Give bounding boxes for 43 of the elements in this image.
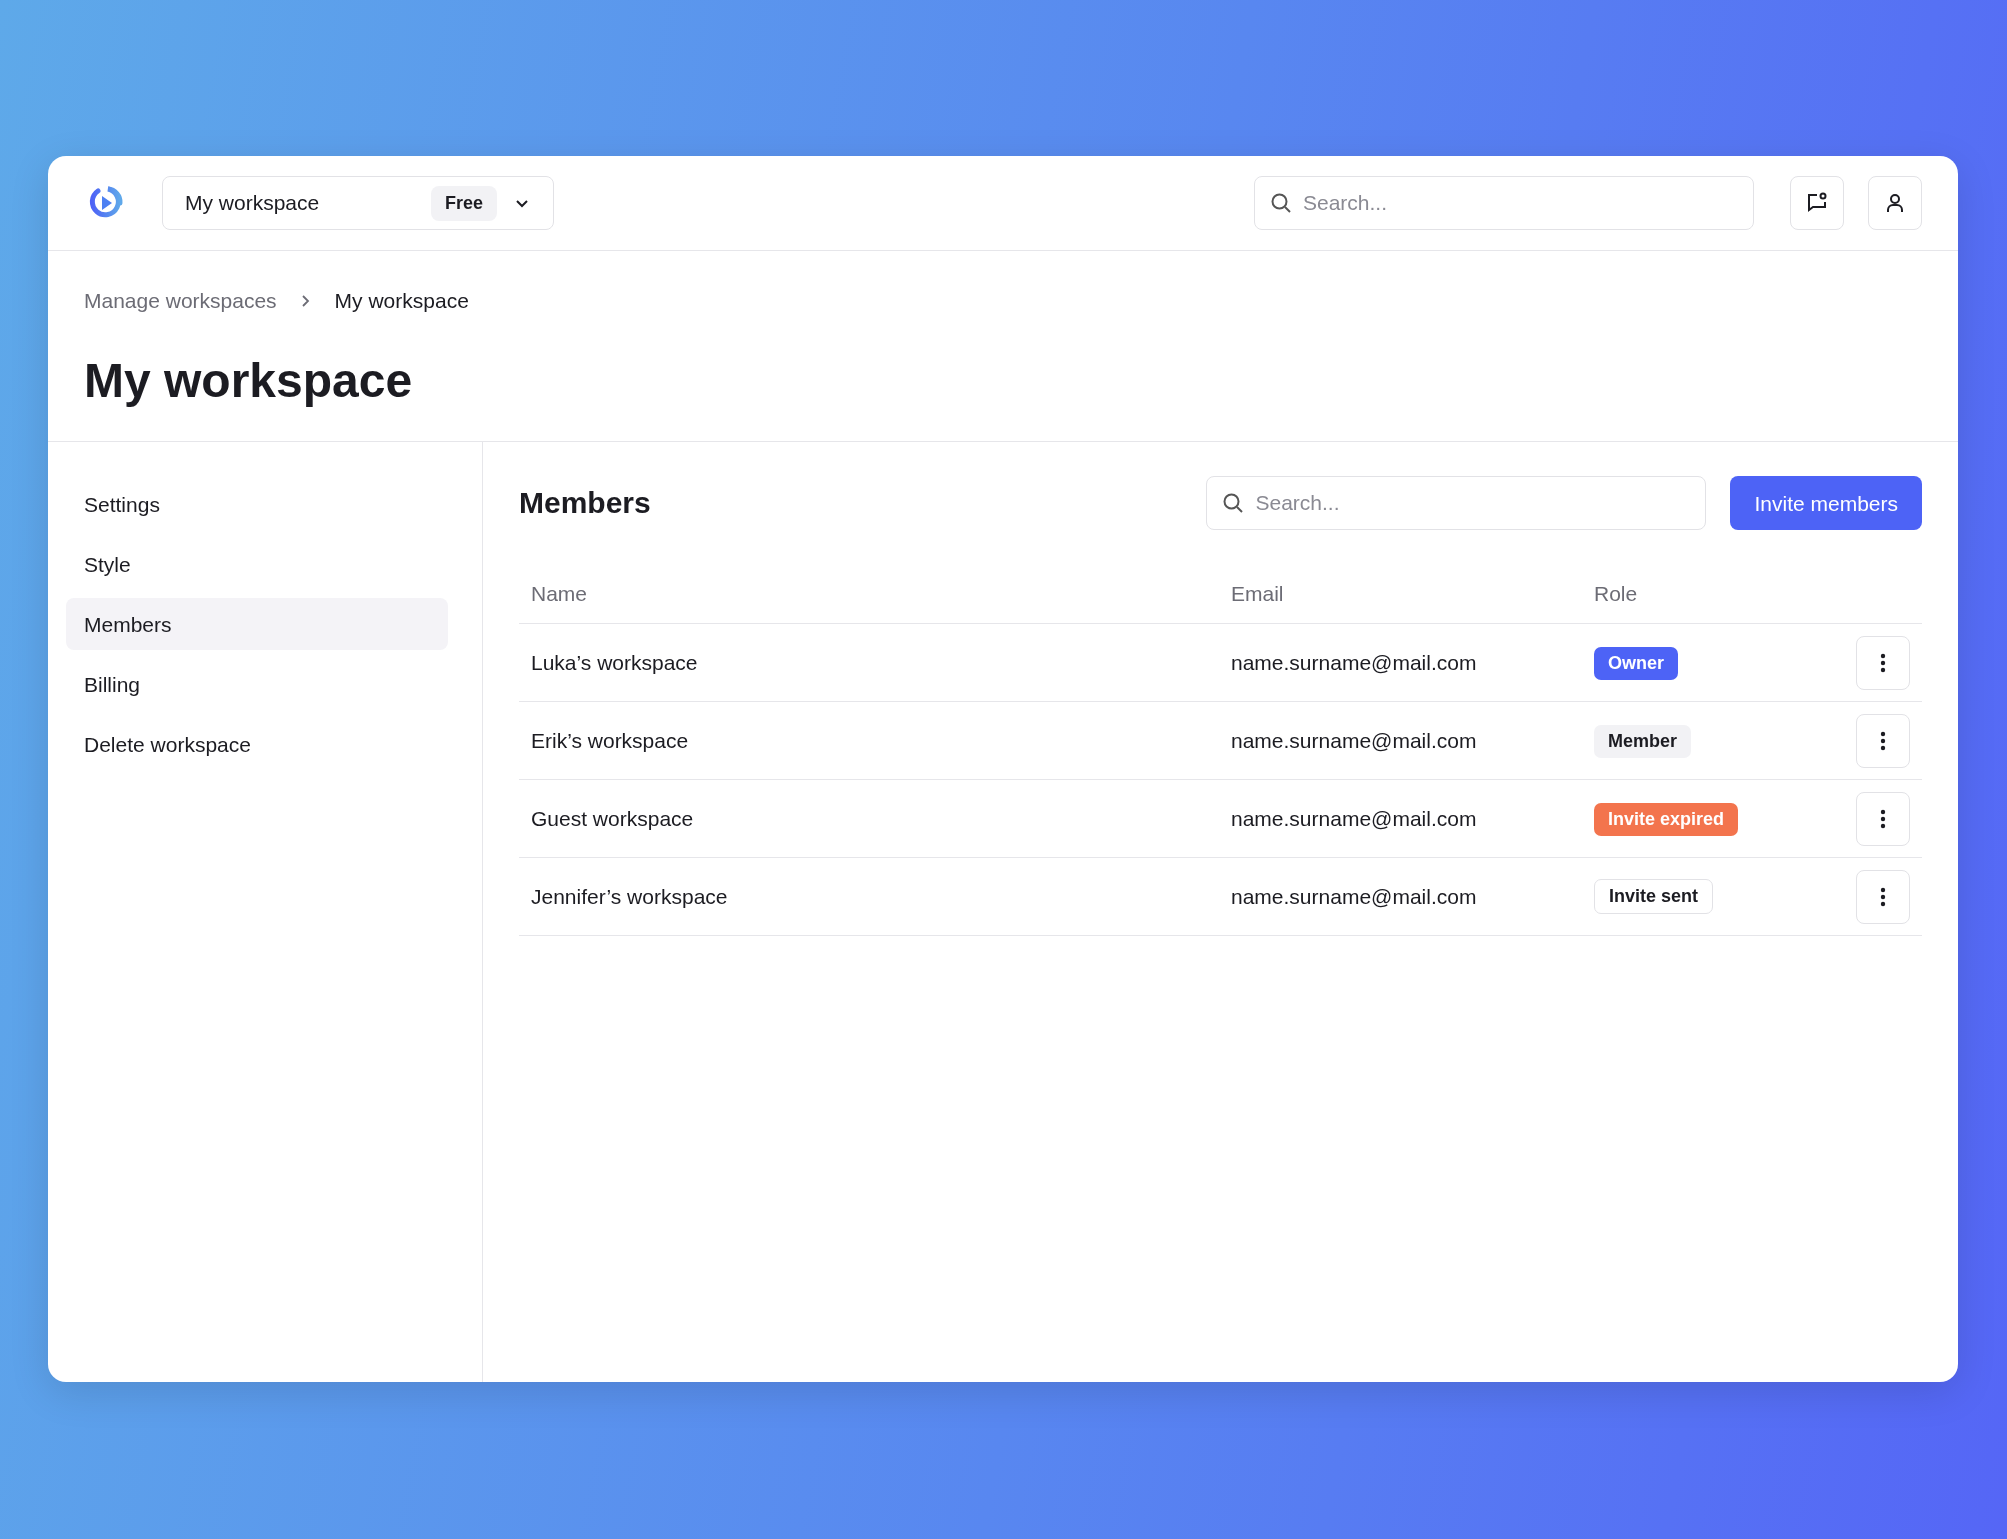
more-button[interactable]: [1856, 635, 1910, 690]
sidebar-item[interactable]: Members: [66, 598, 448, 651]
column-header: Email: [1231, 581, 1285, 608]
breadcrumb-link[interactable]: Manage workspaces: [84, 285, 277, 317]
table-cell-text: name.surname@mail.com: [1231, 728, 1478, 755]
role-tag: Member: [1594, 724, 1692, 758]
role-tag: Invite sent: [1594, 879, 1714, 915]
more-button[interactable]: [1856, 869, 1910, 924]
role-tag: Invite expired: [1594, 802, 1739, 836]
search-icon: [1222, 492, 1245, 515]
table-cell-text: name.surname@mail.com: [1231, 650, 1478, 677]
section-title: Members: [519, 485, 652, 522]
table-cell-text: name.surname@mail.com: [1231, 884, 1478, 911]
profile-button[interactable]: [1868, 176, 1922, 230]
search-field[interactable]: Search...: [1254, 176, 1754, 230]
workspace-name: My workspace: [185, 190, 320, 217]
sidebar-item[interactable]: Billing: [66, 658, 448, 711]
column-header: Role: [1594, 581, 1639, 608]
plan-tag: Free: [430, 185, 497, 221]
sidebar-item[interactable]: Delete workspace: [66, 718, 448, 771]
search-icon: [1270, 192, 1292, 214]
workspace-dropdown[interactable]: My workspace Free: [162, 176, 554, 230]
more-vertical-icon: [1880, 886, 1886, 907]
more-button[interactable]: [1856, 791, 1910, 846]
column-header: Name: [531, 581, 589, 608]
page-title: My workspace: [84, 354, 414, 408]
table-cell-text: Luka’s workspace: [531, 650, 699, 677]
more-vertical-icon: [1880, 730, 1886, 751]
more-vertical-icon: [1880, 652, 1886, 673]
table-cell-text: Erik’s workspace: [531, 728, 690, 755]
chat-icon: [1805, 191, 1829, 215]
role-tag: Owner: [1594, 646, 1678, 680]
search-field[interactable]: Search...: [1206, 476, 1707, 531]
table-cell-text: name.surname@mail.com: [1231, 806, 1478, 833]
sidebar-item[interactable]: Settings: [66, 478, 448, 531]
more-button[interactable]: [1856, 713, 1910, 768]
feedback-button[interactable]: [1790, 176, 1844, 230]
sidebar-item[interactable]: Style: [66, 538, 448, 591]
table-cell-text: Jennifer’s workspace: [531, 884, 729, 911]
invite-button[interactable]: Invite members: [1730, 476, 1922, 531]
more-vertical-icon: [1880, 808, 1886, 829]
breadcrumb-current: My workspace: [334, 288, 469, 314]
table-cell-text: Guest workspace: [531, 806, 695, 833]
